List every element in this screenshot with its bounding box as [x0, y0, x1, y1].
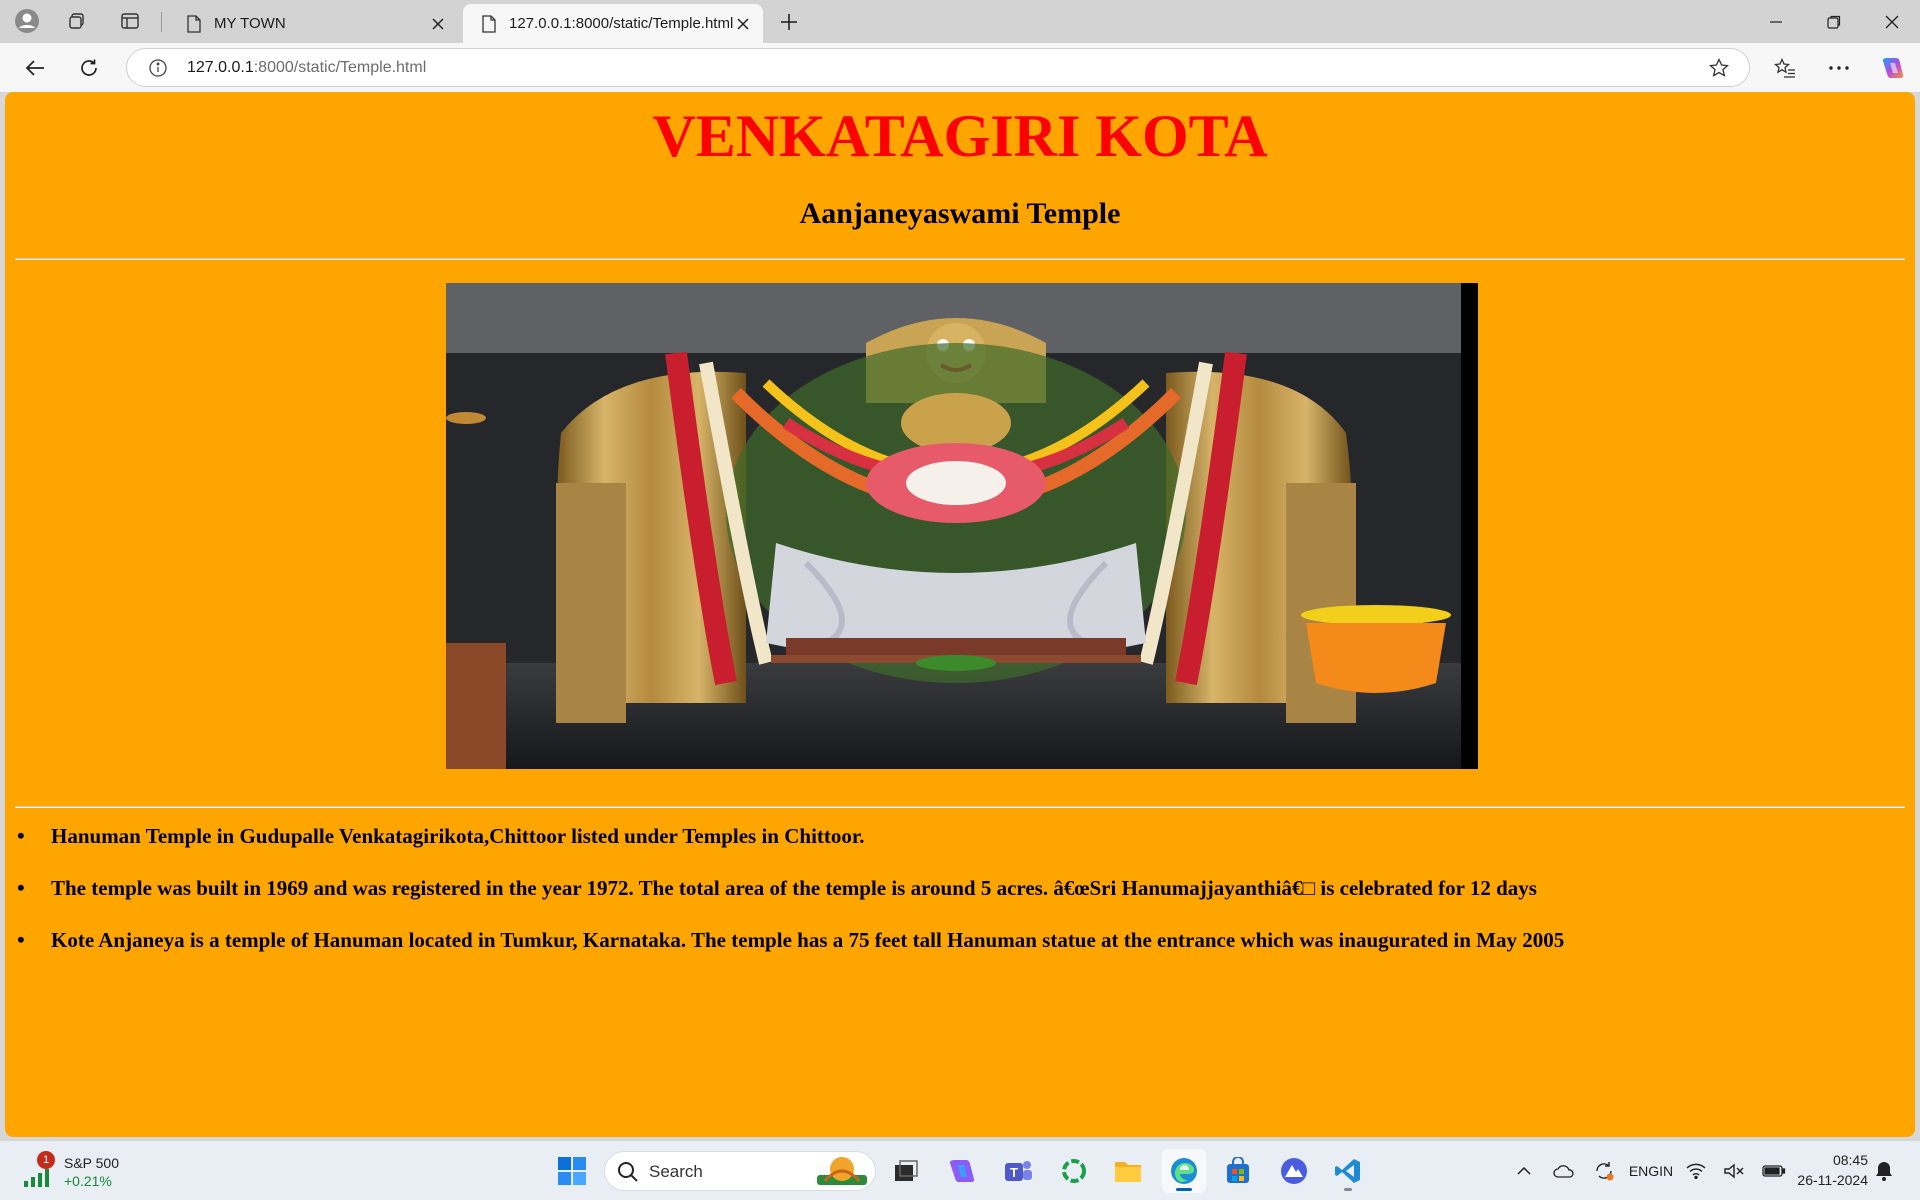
running-indicator	[1344, 1188, 1352, 1191]
input-language-button[interactable]: ENG IN	[1628, 1155, 1674, 1187]
favorites-list-icon	[1774, 58, 1795, 78]
notifications-button[interactable]	[1870, 1155, 1898, 1187]
tab-divider	[161, 12, 162, 32]
close-tab-icon[interactable]	[733, 14, 753, 34]
list-item: The temple was built in 1969 and was reg…	[13, 872, 1893, 924]
windows-logo-icon	[558, 1157, 586, 1185]
temple-facts-list: Hanuman Temple in Gudupalle Venkatagirik…	[13, 820, 1893, 976]
copilot-icon	[949, 1160, 975, 1182]
page-title: VENKATAGIRI KOTA	[652, 103, 1268, 169]
volume-muted-icon	[1724, 1163, 1744, 1179]
cloud-icon	[1553, 1165, 1574, 1178]
windows-taskbar: 1 S&P 500 +0.21% Search T ENG IN 08:45 2…	[0, 1140, 1920, 1200]
plus-icon	[781, 14, 797, 30]
app-mountain-button[interactable]	[1272, 1149, 1316, 1193]
more-dots-icon	[1829, 66, 1849, 70]
favorite-star-icon[interactable]	[1707, 57, 1731, 79]
clock-time: 08:45	[1832, 1152, 1868, 1168]
taskbar-search[interactable]: Search	[604, 1151, 876, 1191]
refresh-button[interactable]	[72, 51, 106, 85]
task-view-icon	[895, 1160, 918, 1181]
horizontal-rule	[15, 258, 1905, 260]
close-icon	[1885, 15, 1899, 28]
search-placeholder: Search	[649, 1162, 703, 1181]
wifi-icon	[1686, 1163, 1706, 1179]
search-icon	[618, 1162, 638, 1182]
copilot-icon	[1882, 58, 1904, 78]
page-icon	[187, 14, 201, 33]
teams-icon: T	[1005, 1161, 1032, 1181]
refresh-icon	[81, 59, 97, 76]
page-subtitle: Aanjaneyaswami Temple	[799, 197, 1121, 230]
edge-icon	[1171, 1158, 1197, 1184]
store-icon	[1227, 1157, 1249, 1183]
active-indicator	[1176, 1188, 1192, 1191]
vertical-tabs-icon[interactable]	[115, 6, 145, 36]
show-hidden-icons-button[interactable]	[1510, 1155, 1538, 1187]
close-tab-icon[interactable]	[428, 14, 448, 34]
teams-button[interactable]: T	[996, 1149, 1040, 1193]
svg-text:T: T	[1010, 1165, 1018, 1180]
sync-icon	[1596, 1162, 1614, 1181]
hanuman-idol-image	[446, 283, 1478, 769]
tab-temple[interactable]: 127.0.0.1:8000/static/Temple.html	[463, 4, 763, 43]
back-button[interactable]	[18, 51, 52, 85]
chevron-up-icon	[1517, 1167, 1531, 1175]
app-green-ring-button[interactable]	[1052, 1149, 1096, 1193]
sync-button[interactable]	[1590, 1155, 1618, 1187]
tab-my-town[interactable]: MY TOWN	[168, 4, 458, 43]
list-item: Kote Anjaneya is a temple of Hanuman loc…	[13, 924, 1893, 976]
tab-title: MY TOWN	[214, 15, 286, 32]
tab-title: 127.0.0.1:8000/static/Temple.html	[509, 15, 733, 32]
language-region: IN	[1659, 1163, 1674, 1179]
restore-button[interactable]	[1806, 0, 1862, 43]
stock-change: +0.21%	[64, 1173, 112, 1189]
clock[interactable]: 08:45 26-11-2024	[1797, 1150, 1868, 1190]
mountain-app-icon	[1281, 1158, 1307, 1184]
back-arrow-icon	[25, 60, 44, 76]
task-view-button[interactable]	[884, 1149, 928, 1193]
profile-icon[interactable]	[12, 6, 42, 36]
stock-widget[interactable]: 1 S&P 500 +0.21%	[22, 1151, 142, 1193]
copilot-button[interactable]	[1876, 51, 1910, 85]
stock-name: S&P 500	[64, 1155, 120, 1171]
restore-icon	[1827, 15, 1841, 29]
clock-date: 26-11-2024	[1797, 1172, 1868, 1188]
minimize-icon	[1770, 20, 1782, 23]
folder-icon	[1115, 1162, 1141, 1182]
url-host: 127.0.0.1	[187, 59, 254, 76]
page-icon	[482, 14, 496, 33]
quick-settings-button[interactable]	[1686, 1155, 1786, 1187]
browser-toolbar: 127.0.0.1:8000/static/Temple.html	[0, 43, 1920, 92]
temple-photo	[446, 283, 1478, 769]
green-ring-icon	[1062, 1159, 1086, 1183]
store-button[interactable]	[1216, 1149, 1260, 1193]
language-code: ENG	[1628, 1163, 1660, 1179]
list-item: Hanuman Temple in Gudupalle Venkatagirik…	[13, 820, 1893, 872]
battery-icon	[1762, 1165, 1786, 1177]
horizontal-rule	[15, 806, 1905, 808]
settings-more-button[interactable]	[1822, 51, 1856, 85]
workspaces-icon[interactable]	[62, 6, 92, 36]
vscode-button[interactable]	[1326, 1149, 1370, 1193]
close-window-button[interactable]	[1864, 0, 1920, 43]
start-button[interactable]	[550, 1149, 594, 1193]
file-explorer-button[interactable]	[1106, 1149, 1150, 1193]
url-path: :8000/static/Temple.html	[253, 59, 427, 76]
notification-badge: 1	[37, 1151, 55, 1169]
minimize-button[interactable]	[1748, 0, 1804, 43]
address-bar[interactable]: 127.0.0.1:8000/static/Temple.html	[126, 48, 1750, 87]
site-info-icon[interactable]	[147, 57, 169, 79]
browser-tab-strip: MY TOWN 127.0.0.1:8000/static/Temple.htm…	[0, 0, 1920, 43]
onedrive-button[interactable]	[1550, 1155, 1578, 1187]
page-viewport: VENKATAGIRI KOTA Aanjaneyaswami Temple •…	[5, 92, 1915, 1137]
url-text: 127.0.0.1:8000/static/Temple.html	[187, 59, 426, 77]
copilot-taskbar-button[interactable]	[940, 1149, 984, 1193]
favorites-button[interactable]	[1768, 51, 1802, 85]
search-highlight-icon	[817, 1157, 867, 1185]
edge-browser-button[interactable]	[1162, 1149, 1206, 1193]
bell-icon	[1876, 1162, 1892, 1181]
new-tab-button[interactable]	[774, 8, 804, 36]
vscode-icon	[1335, 1159, 1360, 1183]
